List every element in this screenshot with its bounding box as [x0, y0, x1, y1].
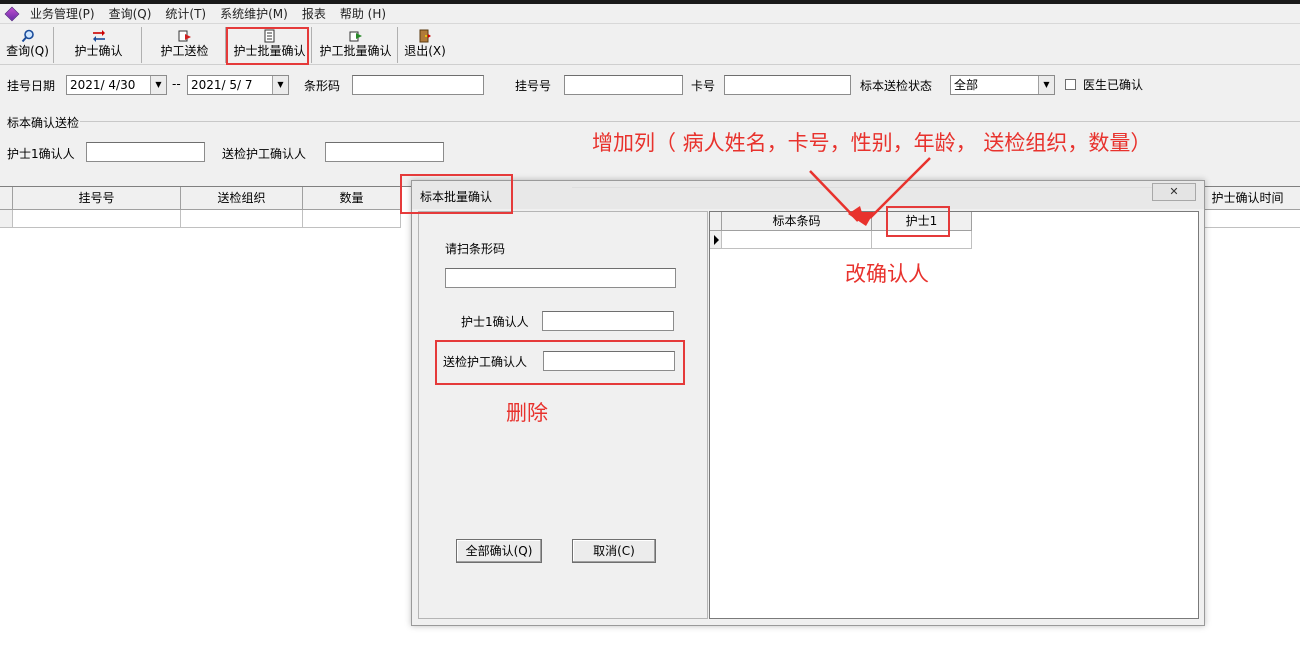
annotation-arrows	[809, 157, 931, 226]
annotation-add-columns: 增加列（ 病人姓名，卡号，性别，年龄， 送检组织，数量）	[592, 131, 1152, 155]
annotation-delete: 删除	[506, 401, 548, 425]
annotation-change-confirmer: 改确认人	[845, 262, 929, 286]
